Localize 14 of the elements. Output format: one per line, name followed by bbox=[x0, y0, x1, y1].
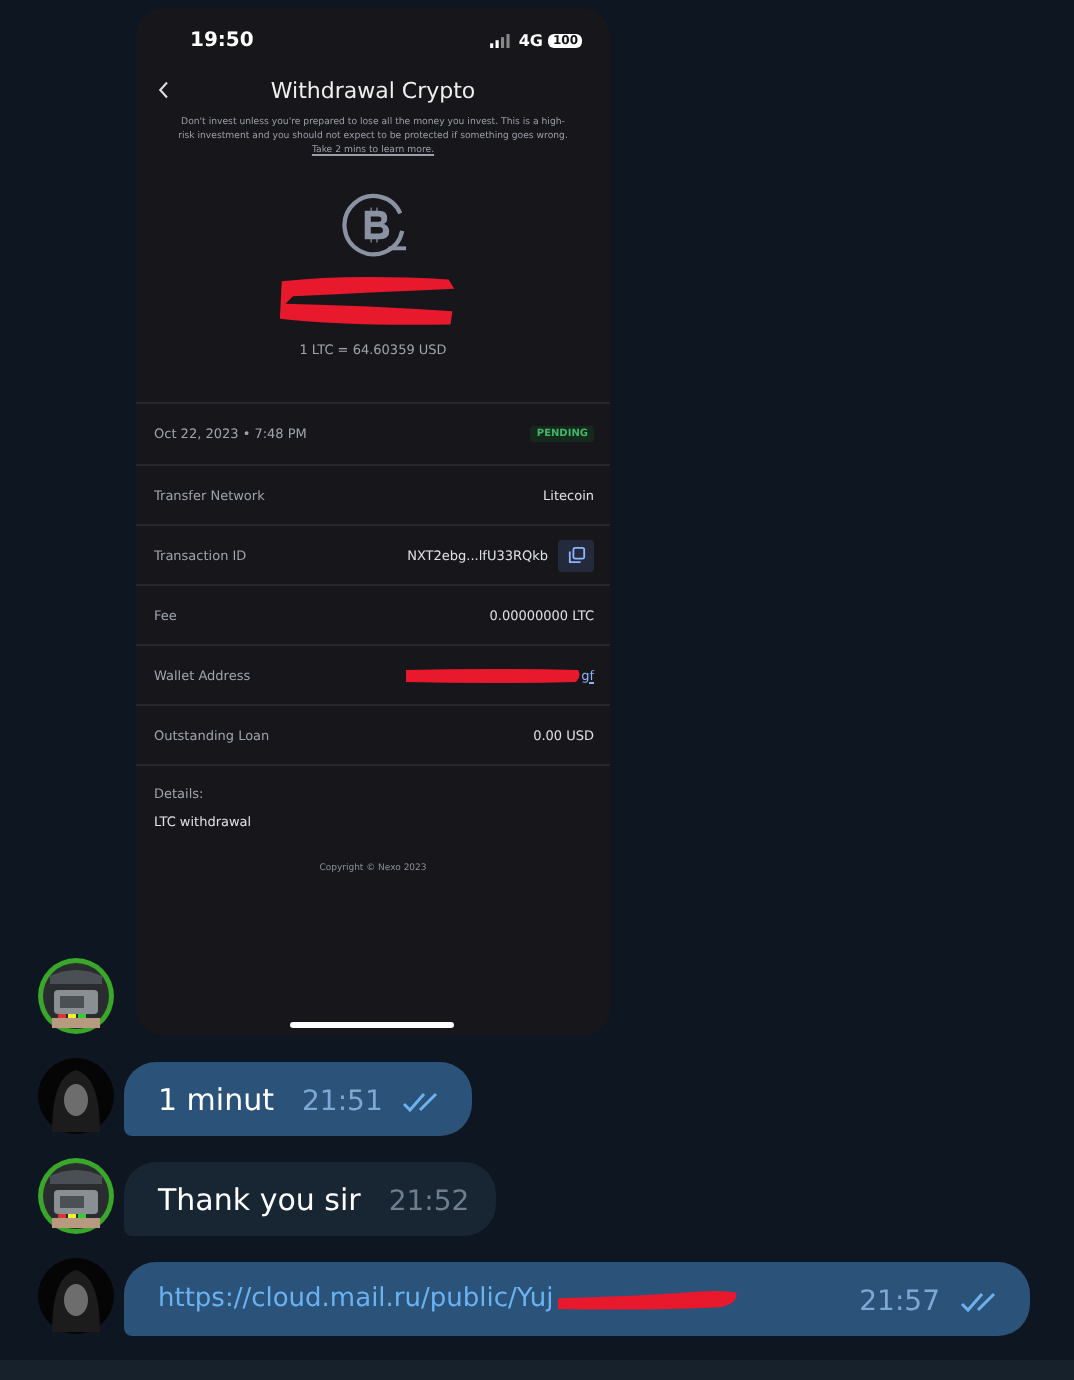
message-link[interactable]: https://cloud.mail.ru/public/Yuj bbox=[158, 1280, 554, 1320]
message-time: 21:52 bbox=[388, 1184, 470, 1220]
message-text: Thank you sir bbox=[158, 1180, 361, 1220]
bitcoin-withdraw-icon bbox=[342, 192, 408, 258]
message-time: 21:51 bbox=[302, 1084, 383, 1120]
copy-button[interactable] bbox=[558, 539, 594, 571]
network-label: 4G bbox=[518, 31, 543, 49]
signal-icon bbox=[490, 33, 513, 47]
message-time: 21:57 bbox=[859, 1284, 940, 1320]
message-text: 1 minut bbox=[158, 1080, 274, 1120]
back-icon[interactable] bbox=[158, 80, 170, 100]
copy-icon bbox=[567, 546, 585, 564]
screen-title: Withdrawal Crypto bbox=[270, 77, 476, 103]
status-time: 19:50 bbox=[190, 29, 254, 51]
